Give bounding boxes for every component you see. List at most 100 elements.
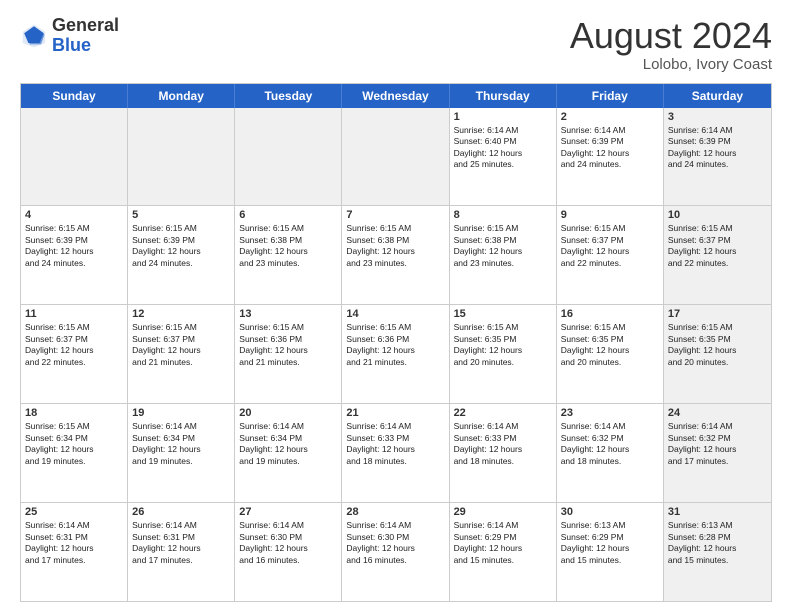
day-info: Sunrise: 6:14 AM Sunset: 6:33 PM Dayligh… <box>454 421 552 467</box>
location: Lolobo, Ivory Coast <box>570 56 772 73</box>
day-number: 11 <box>25 308 123 320</box>
calendar-cell: 20 Sunrise: 6:14 AM Sunset: 6:34 PM Dayli… <box>235 404 342 502</box>
calendar-cell <box>342 108 449 206</box>
calendar-cell: 26 Sunrise: 6:14 AM Sunset: 6:31 PM Dayli… <box>128 503 235 601</box>
day-info: Sunrise: 6:14 AM Sunset: 6:30 PM Dayligh… <box>239 520 337 566</box>
title-block: August 2024 Lolobo, Ivory Coast <box>570 16 772 73</box>
calendar-cell <box>21 108 128 206</box>
calendar-cell: 10Sunrise: 6:15 AM Sunset: 6:37 PM Dayli… <box>664 206 771 304</box>
day-info: Sunrise: 6:14 AM Sunset: 6:40 PM Dayligh… <box>454 125 552 171</box>
day-number: 13 <box>239 308 337 320</box>
logo-blue: Blue <box>52 36 119 56</box>
day-number: 6 <box>239 209 337 221</box>
day-number: 24 <box>668 407 767 419</box>
calendar-cell: 29 Sunrise: 6:14 AM Sunset: 6:29 PM Dayli… <box>450 503 557 601</box>
day-number: 20 <box>239 407 337 419</box>
calendar-cell: 23Sunrise: 6:14 AM Sunset: 6:32 PM Dayli… <box>557 404 664 502</box>
calendar-cell: 3Sunrise: 6:14 AM Sunset: 6:39 PM Daylig… <box>664 108 771 206</box>
calendar-cell: 12 Sunrise: 6:15 AM Sunset: 6:37 PM Dayli… <box>128 305 235 403</box>
day-number: 27 <box>239 506 337 518</box>
calendar-cell: 11 Sunrise: 6:15 AM Sunset: 6:37 PM Dayli… <box>21 305 128 403</box>
day-info: Sunrise: 6:15 AM Sunset: 6:37 PM Dayligh… <box>132 322 230 368</box>
day-number: 16 <box>561 308 659 320</box>
day-number: 31 <box>668 506 767 518</box>
day-info: Sunrise: 6:13 AM Sunset: 6:28 PM Dayligh… <box>668 520 767 566</box>
calendar-cell: 16 Sunrise: 6:15 AM Sunset: 6:35 PM Dayli… <box>557 305 664 403</box>
day-info: Sunrise: 6:14 AM Sunset: 6:32 PM Dayligh… <box>668 421 767 467</box>
calendar-cell: 21Sunrise: 6:14 AM Sunset: 6:33 PM Dayli… <box>342 404 449 502</box>
day-number: 4 <box>25 209 123 221</box>
day-info: Sunrise: 6:15 AM Sunset: 6:35 PM Dayligh… <box>454 322 552 368</box>
day-info: Sunrise: 6:14 AM Sunset: 6:39 PM Dayligh… <box>561 125 659 171</box>
day-info: Sunrise: 6:15 AM Sunset: 6:36 PM Dayligh… <box>346 322 444 368</box>
calendar-cell: 5 Sunrise: 6:15 AM Sunset: 6:39 PM Daylig… <box>128 206 235 304</box>
day-number: 17 <box>668 308 767 320</box>
day-number: 30 <box>561 506 659 518</box>
calendar-week-2: 4 Sunrise: 6:15 AM Sunset: 6:39 PM Daylig… <box>21 206 771 305</box>
day-number: 28 <box>346 506 444 518</box>
logo-general: General <box>52 16 119 36</box>
calendar-cell: 14 Sunrise: 6:15 AM Sunset: 6:36 PM Dayli… <box>342 305 449 403</box>
day-info: Sunrise: 6:14 AM Sunset: 6:31 PM Dayligh… <box>132 520 230 566</box>
header-day-tuesday: Tuesday <box>235 84 342 108</box>
day-info: Sunrise: 6:13 AM Sunset: 6:29 PM Dayligh… <box>561 520 659 566</box>
day-number: 26 <box>132 506 230 518</box>
day-info: Sunrise: 6:14 AM Sunset: 6:34 PM Dayligh… <box>239 421 337 467</box>
calendar-cell <box>128 108 235 206</box>
day-info: Sunrise: 6:14 AM Sunset: 6:29 PM Dayligh… <box>454 520 552 566</box>
header-day-friday: Friday <box>557 84 664 108</box>
calendar-cell: 17 Sunrise: 6:15 AM Sunset: 6:35 PM Dayli… <box>664 305 771 403</box>
logo: General Blue <box>20 16 119 56</box>
calendar-cell: 8Sunrise: 6:15 AM Sunset: 6:38 PM Daylig… <box>450 206 557 304</box>
day-number: 12 <box>132 308 230 320</box>
day-info: Sunrise: 6:15 AM Sunset: 6:34 PM Dayligh… <box>25 421 123 467</box>
calendar-cell: 13 Sunrise: 6:15 AM Sunset: 6:36 PM Dayli… <box>235 305 342 403</box>
day-info: Sunrise: 6:15 AM Sunset: 6:37 PM Dayligh… <box>25 322 123 368</box>
day-info: Sunrise: 6:15 AM Sunset: 6:35 PM Dayligh… <box>561 322 659 368</box>
day-info: Sunrise: 6:14 AM Sunset: 6:31 PM Dayligh… <box>25 520 123 566</box>
calendar-cell: 30 Sunrise: 6:13 AM Sunset: 6:29 PM Dayli… <box>557 503 664 601</box>
calendar-week-5: 25Sunrise: 6:14 AM Sunset: 6:31 PM Dayli… <box>21 503 771 601</box>
day-info: Sunrise: 6:15 AM Sunset: 6:38 PM Dayligh… <box>454 223 552 269</box>
calendar-cell: 27 Sunrise: 6:14 AM Sunset: 6:30 PM Dayli… <box>235 503 342 601</box>
logo-text: General Blue <box>52 16 119 56</box>
day-number: 19 <box>132 407 230 419</box>
day-info: Sunrise: 6:15 AM Sunset: 6:36 PM Dayligh… <box>239 322 337 368</box>
calendar-cell: 7Sunrise: 6:15 AM Sunset: 6:38 PM Daylig… <box>342 206 449 304</box>
calendar-cell: 25Sunrise: 6:14 AM Sunset: 6:31 PM Dayli… <box>21 503 128 601</box>
page: General Blue August 2024 Lolobo, Ivory C… <box>0 0 792 612</box>
header-day-sunday: Sunday <box>21 84 128 108</box>
logo-icon <box>20 22 48 50</box>
day-info: Sunrise: 6:15 AM Sunset: 6:39 PM Dayligh… <box>132 223 230 269</box>
day-number: 21 <box>346 407 444 419</box>
calendar-cell: 19Sunrise: 6:14 AM Sunset: 6:34 PM Dayli… <box>128 404 235 502</box>
day-info: Sunrise: 6:15 AM Sunset: 6:37 PM Dayligh… <box>561 223 659 269</box>
day-info: Sunrise: 6:15 AM Sunset: 6:39 PM Dayligh… <box>25 223 123 269</box>
header-day-monday: Monday <box>128 84 235 108</box>
calendar-cell: 4 Sunrise: 6:15 AM Sunset: 6:39 PM Daylig… <box>21 206 128 304</box>
day-number: 29 <box>454 506 552 518</box>
day-number: 5 <box>132 209 230 221</box>
day-info: Sunrise: 6:15 AM Sunset: 6:35 PM Dayligh… <box>668 322 767 368</box>
day-number: 18 <box>25 407 123 419</box>
calendar-cell: 15 Sunrise: 6:15 AM Sunset: 6:35 PM Dayli… <box>450 305 557 403</box>
calendar-cell: 6 Sunrise: 6:15 AM Sunset: 6:38 PM Daylig… <box>235 206 342 304</box>
calendar: SundayMondayTuesdayWednesdayThursdayFrid… <box>20 83 772 602</box>
day-number: 15 <box>454 308 552 320</box>
calendar-cell: 9Sunrise: 6:15 AM Sunset: 6:37 PM Daylig… <box>557 206 664 304</box>
day-info: Sunrise: 6:14 AM Sunset: 6:32 PM Dayligh… <box>561 421 659 467</box>
day-info: Sunrise: 6:15 AM Sunset: 6:38 PM Dayligh… <box>239 223 337 269</box>
day-number: 10 <box>668 209 767 221</box>
calendar-cell: 22 Sunrise: 6:14 AM Sunset: 6:33 PM Dayli… <box>450 404 557 502</box>
calendar-cell: 24 Sunrise: 6:14 AM Sunset: 6:32 PM Dayli… <box>664 404 771 502</box>
day-info: Sunrise: 6:14 AM Sunset: 6:39 PM Dayligh… <box>668 125 767 171</box>
day-info: Sunrise: 6:14 AM Sunset: 6:30 PM Dayligh… <box>346 520 444 566</box>
header: General Blue August 2024 Lolobo, Ivory C… <box>20 16 772 73</box>
calendar-header-row: SundayMondayTuesdayWednesdayThursdayFrid… <box>21 84 771 108</box>
calendar-cell: 2Sunrise: 6:14 AM Sunset: 6:39 PM Daylig… <box>557 108 664 206</box>
calendar-cell: 18 Sunrise: 6:15 AM Sunset: 6:34 PM Dayli… <box>21 404 128 502</box>
day-number: 22 <box>454 407 552 419</box>
day-info: Sunrise: 6:15 AM Sunset: 6:38 PM Dayligh… <box>346 223 444 269</box>
day-number: 14 <box>346 308 444 320</box>
month-title: August 2024 <box>570 16 772 56</box>
